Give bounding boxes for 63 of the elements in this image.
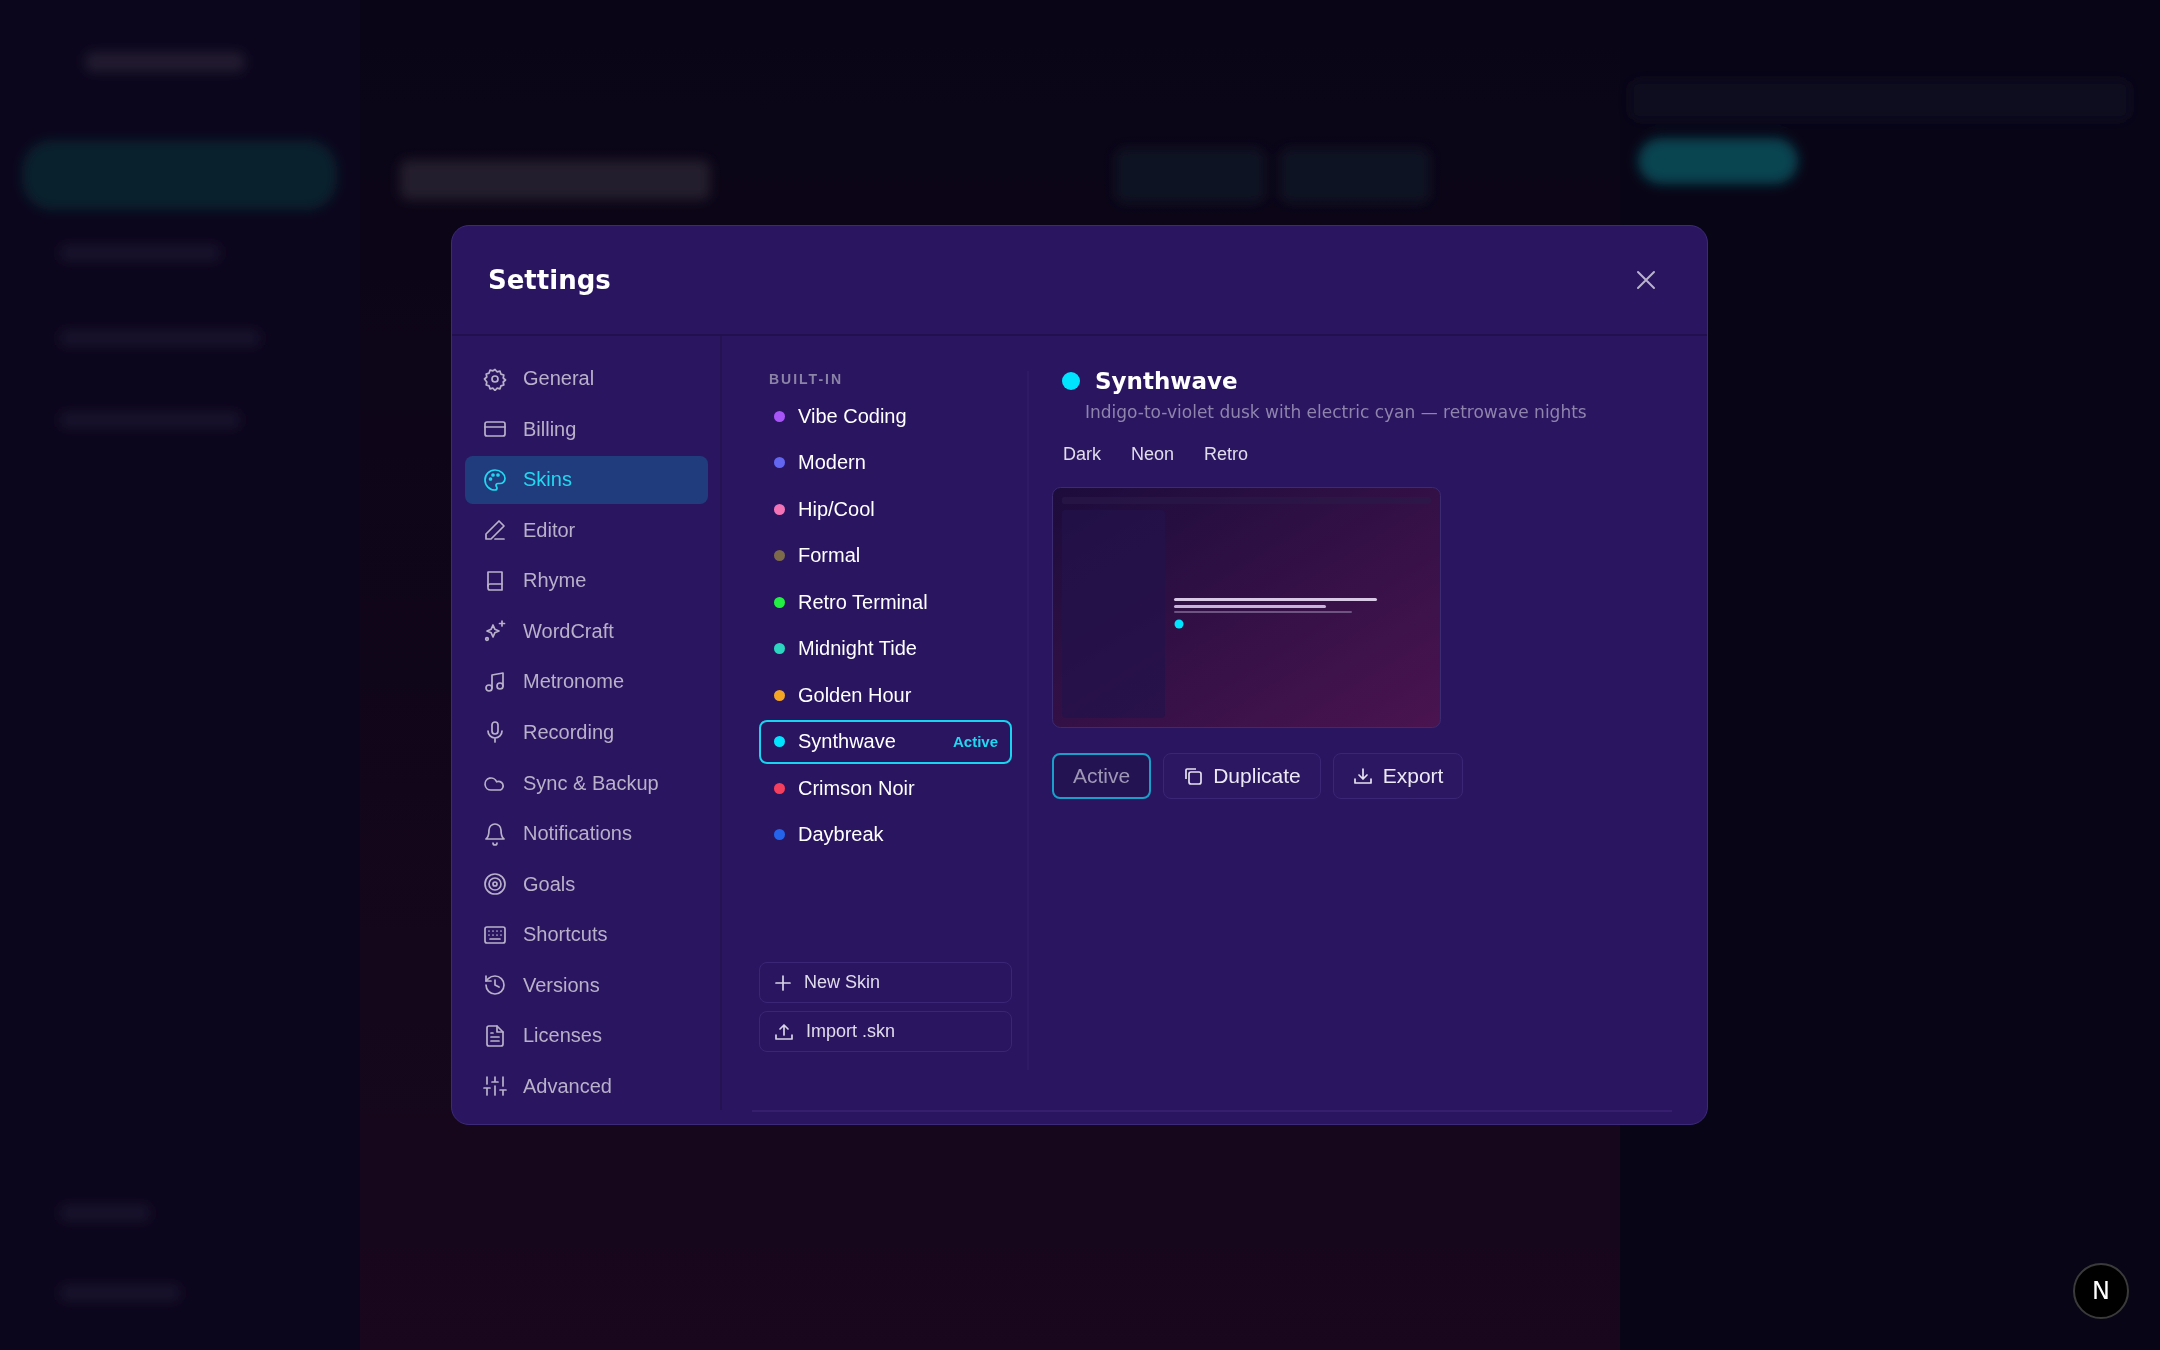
tag: Retro: [1193, 440, 1260, 469]
history-icon: [483, 973, 507, 998]
skin-name: Synthwave: [798, 730, 897, 753]
nav-item[interactable]: Sync & Backup: [465, 759, 708, 807]
new-skin-button[interactable]: New Skin: [759, 962, 1012, 1003]
skin-item[interactable]: Daybreak: [759, 812, 1012, 857]
nav-item[interactable]: Goals: [465, 860, 708, 908]
section-label: BUILT-IN: [768, 371, 845, 387]
skin-name: Daybreak: [798, 823, 885, 846]
active-label: Active: [952, 733, 998, 750]
file-icon: [483, 1023, 507, 1048]
tag: Neon: [1120, 440, 1186, 469]
skin-item[interactable]: Hip/Cool: [759, 487, 1012, 531]
bell-icon: [483, 821, 507, 846]
target-icon: [483, 872, 507, 897]
dialog-title: Settings: [488, 265, 611, 295]
skin-name: Crimson Noir: [798, 776, 916, 800]
download-icon: [1352, 766, 1373, 786]
export-button[interactable]: Export: [1332, 753, 1464, 799]
copy-icon: [1183, 766, 1204, 786]
skin-name: Modern: [798, 451, 867, 474]
import-button[interactable]: Import .skn: [759, 1011, 1012, 1052]
skin-item[interactable]: Golden Hour: [759, 673, 1012, 717]
pen-icon: [483, 518, 507, 543]
plus-icon: [774, 973, 792, 992]
nav-item[interactable]: Advanced: [465, 1062, 708, 1110]
skin-item[interactable]: Crimson Noir: [759, 766, 1012, 810]
skin-name: Vibe Coding: [798, 404, 908, 428]
skin-title: Synthwave: [1095, 368, 1238, 394]
nav-item[interactable]: Shortcuts: [465, 910, 708, 959]
close-icon[interactable]: [1635, 269, 1657, 291]
gear-icon: [483, 366, 507, 391]
music-icon: [483, 669, 507, 694]
duplicate-button[interactable]: Duplicate: [1163, 753, 1321, 799]
nav-item[interactable]: Editor: [465, 506, 708, 555]
tag: Dark: [1052, 440, 1112, 469]
nav-item[interactable]: Metronome: [465, 658, 708, 706]
skin-name: Retro Terminal: [798, 590, 929, 614]
skin-item[interactable]: Modern: [759, 440, 1012, 485]
skin-name: Hip/Cool: [798, 497, 876, 521]
nav-item[interactable]: General: [465, 355, 708, 403]
sliders-icon: [483, 1074, 507, 1099]
nav-item[interactable]: Recording: [465, 708, 708, 757]
skin-name: Midnight Tide: [798, 637, 918, 660]
skin-item[interactable]: Formal: [759, 533, 1012, 578]
skin-item[interactable]: Vibe Coding: [759, 394, 1012, 438]
upload-icon: [774, 1021, 794, 1042]
skin-item[interactable]: Retro Terminal: [759, 580, 1012, 624]
nav-item[interactable]: WordCraft: [465, 607, 708, 656]
skin-item[interactable]: Synthwave Active: [759, 719, 1012, 764]
skin-description: Indigo-to-violet dusk with electric cyan — retrowave nights: [1085, 402, 1587, 422]
nav-item[interactable]: Skins: [465, 456, 708, 504]
nav-item[interactable]: Licenses: [465, 1011, 708, 1060]
skin-name: Formal: [798, 544, 862, 567]
nav-item[interactable]: Billing: [465, 405, 708, 454]
nav-item[interactable]: Rhyme: [465, 557, 708, 605]
palette-icon: [483, 467, 507, 492]
skin-name: Golden Hour: [798, 683, 913, 707]
skin-item[interactable]: Midnight Tide: [759, 626, 1012, 671]
sparkle-icon: [483, 619, 507, 644]
nav-item[interactable]: Versions: [465, 961, 708, 1009]
active-button[interactable]: Active: [1052, 753, 1152, 799]
nav-item[interactable]: Notifications: [465, 809, 708, 858]
